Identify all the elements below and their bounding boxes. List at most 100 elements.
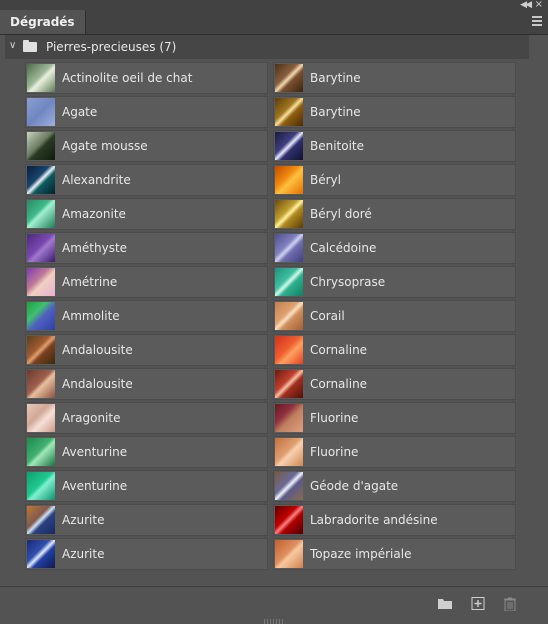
gradient-label: Géode d'agate xyxy=(310,479,399,493)
collapse-panel-icon[interactable]: ◀◀ xyxy=(520,0,532,10)
gradient-label: Andalousite xyxy=(62,343,133,357)
gradient-preset-item[interactable]: Azurite xyxy=(25,538,268,570)
gradient-preset-item[interactable]: Amétrine xyxy=(25,266,268,298)
gradient-label: Andalousite xyxy=(62,377,133,391)
gradient-label: Béryl xyxy=(310,173,341,187)
gradient-label: Amazonite xyxy=(62,207,126,221)
gradient-swatch xyxy=(27,540,55,568)
gradient-label: Fluorine xyxy=(310,411,359,425)
gradient-swatch xyxy=(27,98,55,126)
new-group-folder-icon[interactable] xyxy=(438,597,452,610)
gradient-preset-item[interactable]: Béryl doré xyxy=(273,198,516,230)
new-gradient-add-icon[interactable] xyxy=(471,597,485,610)
gradient-preset-item[interactable]: Actinolite oeil de chat xyxy=(25,62,268,94)
gradient-preset-item[interactable]: Barytine xyxy=(273,96,516,128)
gradient-preset-item[interactable]: Andalousite xyxy=(25,334,268,366)
gradient-swatch xyxy=(27,370,55,398)
gradient-preset-item[interactable]: Agate mousse xyxy=(25,130,268,162)
gradient-swatch xyxy=(27,438,55,466)
gradient-swatch xyxy=(275,200,303,228)
gradient-swatch xyxy=(275,166,303,194)
gradient-swatch xyxy=(275,370,303,398)
gradient-swatch xyxy=(275,438,303,466)
gradient-label: Actinolite oeil de chat xyxy=(62,71,193,85)
gradient-label: Azurite xyxy=(62,547,105,561)
gradient-preset-item[interactable]: Chrysoprase xyxy=(273,266,516,298)
gradient-label: Ammolite xyxy=(62,309,120,323)
gradient-label: Agate xyxy=(62,105,98,119)
gradient-swatch xyxy=(275,336,303,364)
gradient-preset-item[interactable]: Fluorine xyxy=(273,402,516,434)
gradient-swatch xyxy=(275,404,303,432)
gradient-swatch xyxy=(275,132,303,160)
gradient-preset-item[interactable]: Améthyste xyxy=(25,232,268,264)
gradient-label: Benitoite xyxy=(310,139,365,153)
gradient-swatch xyxy=(27,166,55,194)
gradient-preset-item[interactable]: Aventurine xyxy=(25,436,268,468)
gradient-swatch xyxy=(275,98,303,126)
panel-menu-icon[interactable] xyxy=(532,16,542,28)
gradient-swatch xyxy=(275,64,303,92)
gradient-preset-item[interactable]: Aragonite xyxy=(25,402,268,434)
gradient-preset-item[interactable]: Cornaline xyxy=(273,334,516,366)
gradient-label: Béryl doré xyxy=(310,207,372,221)
gradient-label: Amétrine xyxy=(62,275,118,289)
gradient-group-header[interactable]: ∨ Pierres-precieuses (7) xyxy=(5,35,529,59)
folder-icon xyxy=(23,40,37,52)
gradient-swatch xyxy=(27,302,55,330)
gradient-grid: Actinolite oeil de chat Barytine Agate Bary… xyxy=(25,62,516,570)
gradient-preset-item[interactable]: Fluorine xyxy=(273,436,516,468)
chevron-down-icon[interactable]: ∨ xyxy=(9,40,16,51)
delete-trash-icon[interactable] xyxy=(503,597,517,612)
gradient-label: Calcédoine xyxy=(310,241,377,255)
gradient-swatch xyxy=(27,234,55,262)
gradient-swatch xyxy=(27,336,55,364)
gradient-swatch xyxy=(27,506,55,534)
gradient-preset-item[interactable]: Béryl xyxy=(273,164,516,196)
gradient-preset-item[interactable]: Azurite xyxy=(25,504,268,536)
gradient-label: Labradorite andésine xyxy=(310,513,438,527)
gradient-preset-item[interactable]: Alexandrite xyxy=(25,164,268,196)
gradient-swatch xyxy=(27,268,55,296)
gradient-swatch xyxy=(27,64,55,92)
gradient-swatch xyxy=(275,268,303,296)
gradient-preset-item[interactable]: Andalousite xyxy=(25,368,268,400)
gradient-swatch xyxy=(275,506,303,534)
gradient-preset-item[interactable]: Cornaline xyxy=(273,368,516,400)
gradient-preset-item[interactable]: Benitoite xyxy=(273,130,516,162)
gradient-swatch xyxy=(27,200,55,228)
gradient-swatch xyxy=(275,302,303,330)
panel-footer xyxy=(0,586,548,621)
tab-gradients[interactable]: Dégradés xyxy=(0,10,86,34)
gradient-label: Topaze impériale xyxy=(310,547,412,561)
panel-tab-bar: Dégradés xyxy=(0,10,548,35)
gradient-label: Améthyste xyxy=(62,241,128,255)
gradient-preset-item[interactable]: Barytine xyxy=(273,62,516,94)
gradient-preset-item[interactable]: Aventurine xyxy=(25,470,268,502)
gradient-label: Aragonite xyxy=(62,411,121,425)
gradient-label: Aventurine xyxy=(62,445,128,459)
gradient-preset-item[interactable]: Géode d'agate xyxy=(273,470,516,502)
gradient-preset-item[interactable]: Amazonite xyxy=(25,198,268,230)
panel-top-strip: ◀◀ × xyxy=(0,0,548,10)
gradient-preset-item[interactable]: Corail xyxy=(273,300,516,332)
gradient-label: Alexandrite xyxy=(62,173,131,187)
gradient-preset-item[interactable]: Ammolite xyxy=(25,300,268,332)
gradient-preset-item[interactable]: Calcédoine xyxy=(273,232,516,264)
resize-grip[interactable] xyxy=(264,619,284,624)
gradient-label: Barytine xyxy=(310,71,361,85)
gradient-preset-item[interactable]: Topaze impériale xyxy=(273,538,516,570)
gradient-label: Corail xyxy=(310,309,345,323)
close-panel-icon[interactable]: × xyxy=(535,0,543,10)
gradient-label: Azurite xyxy=(62,513,105,527)
group-title: Pierres-precieuses (7) xyxy=(46,40,177,54)
gradient-swatch xyxy=(27,404,55,432)
gradient-swatch xyxy=(275,472,303,500)
gradient-label: Aventurine xyxy=(62,479,128,493)
gradient-label: Fluorine xyxy=(310,445,359,459)
gradient-label: Chrysoprase xyxy=(310,275,386,289)
gradient-preset-item[interactable]: Labradorite andésine xyxy=(273,504,516,536)
gradient-label: Agate mousse xyxy=(62,139,148,153)
gradient-swatch xyxy=(27,132,55,160)
gradient-preset-item[interactable]: Agate xyxy=(25,96,268,128)
